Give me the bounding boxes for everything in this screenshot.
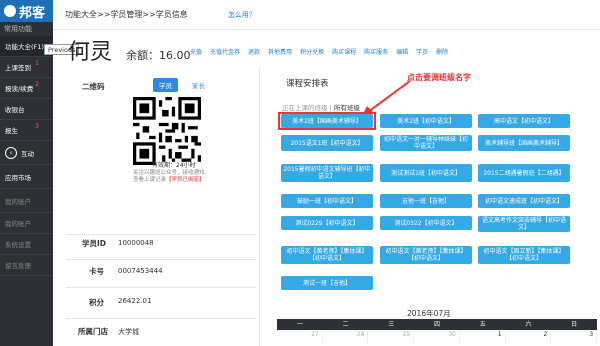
calendar-week-row: 27 28 29 30 1 2 3 (277, 331, 598, 343)
help-link[interactable]: 怎么用？ (228, 10, 256, 20)
calendar-day[interactable]: 2 (506, 331, 552, 343)
action-bar: 充值 充值代金券 退款 其他费用 积分兑换 购买课程 购买服务 编辑 学员 删除 (190, 47, 448, 56)
class-button[interactable]: 美术辅导班【国画美术辅导】 (478, 135, 570, 151)
qr-validity: 有效期：24小时 (152, 162, 196, 169)
qr-label: 二维码 (82, 82, 105, 91)
logo-icon (4, 5, 16, 17)
field-label-id: 学员ID (82, 239, 107, 248)
action-refund[interactable]: 退款 (248, 47, 260, 56)
calendar-day[interactable]: 27 (277, 331, 323, 343)
class-button[interactable]: 高中语文【初中语文】 (478, 114, 570, 128)
calendar-day[interactable]: 3 (551, 331, 598, 343)
calendar-weekday-header: 一二三四五六日 (277, 319, 597, 330)
calendar-day[interactable]: 29 (368, 331, 415, 343)
calendar-day[interactable]: 30 (414, 331, 460, 343)
field-label-card: 卡号 (89, 267, 104, 276)
divider (66, 259, 256, 260)
class-button[interactable]: 测试一班【吉他】 (281, 276, 373, 290)
schedule-title: 课程安排表 (286, 79, 329, 89)
class-button[interactable]: 吉他一班【吉他】 (380, 194, 472, 208)
sidebar-item-enroll[interactable]: 报读/续费 2 (0, 78, 53, 99)
qr-tabs: 学员 家长 (153, 78, 211, 92)
action-student[interactable]: 学员 (416, 47, 428, 56)
divider (66, 234, 256, 235)
class-button[interactable]: 鼓励一班【初中语文】 (281, 194, 373, 208)
sidebar-item-settings[interactable]: 系统设置 (0, 234, 53, 255)
sidebar-item-interact[interactable]: ‹ 互动 (0, 141, 53, 165)
class-filter: 正在上课的班级 | 所有班级 (282, 104, 360, 112)
class-button[interactable]: 初中语文一对一辅导林妹妹【初中语文】 (380, 135, 472, 151)
balance: 余额：16.00 (126, 49, 191, 62)
bound-status: 【学员已绑定】 (166, 177, 205, 183)
tab-parent[interactable]: 家长 (186, 78, 211, 92)
action-edit[interactable]: 编辑 (396, 47, 408, 56)
calendar-day[interactable]: 28 (323, 331, 369, 343)
class-button[interactable]: 测试0322【初中语文】 (380, 216, 472, 230)
class-button[interactable]: 初中语文【黄老师】【集体课】【初中语文】 (380, 246, 472, 264)
brand-logo[interactable]: 邦客 (0, 0, 53, 22)
action-buy-service[interactable]: 购买服务 (364, 47, 388, 56)
chevron-left-icon: ‹ (5, 146, 17, 159)
field-value-points: 26422.01 (118, 297, 152, 305)
divider (66, 318, 256, 319)
sidebar-item-account-2[interactable]: 我的账户 (0, 213, 53, 234)
qr-hint: 关注兴趣班公众号，接收通知、查看上课记录【学员已绑定】 (133, 170, 211, 183)
sidebar-item-recruit[interactable]: 报生 3 (0, 120, 53, 141)
sidebar-item-feedback[interactable]: 留言反馈 (0, 255, 53, 276)
top-bar: 功能大全>>学员管理>>学员信息 怎么用？ (53, 0, 600, 30)
action-buy-course[interactable]: 购买课程 (332, 47, 356, 56)
action-other-fees[interactable]: 其他费用 (268, 47, 292, 56)
field-label-points: 积分 (89, 298, 104, 307)
annotation-text: 点击要调班级名字 (407, 73, 471, 82)
class-button[interactable]: 测试测试1班【初中语文】 (380, 164, 472, 182)
calendar-month: 2016年07月 (407, 309, 451, 318)
student-header: 何灵 余额：16.00 (68, 34, 191, 66)
divider (66, 287, 256, 288)
action-recharge[interactable]: 充值 (190, 47, 202, 56)
breadcrumb: 功能大全>>学员管理>>学员信息 (65, 10, 188, 19)
action-points[interactable]: 积分兑换 (300, 47, 324, 56)
filter-all[interactable]: 所有班级 (334, 104, 360, 112)
badge: 1 (35, 60, 39, 67)
field-value-card: 0007453444 (118, 267, 163, 275)
class-button[interactable]: 语文高考作文突击辅导【初中语文】 (478, 216, 570, 232)
qr-code-image (133, 97, 201, 165)
class-button[interactable]: 初中语文速成班【初中语文】 (478, 194, 570, 208)
class-button[interactable]: 初中语文【黄老师】【集体课】【初中语文】 (281, 246, 373, 264)
badge: 2 (35, 81, 39, 88)
class-button[interactable]: 2015暑假初中语文辅导班【初中语文】 (281, 164, 373, 182)
field-value-id: 10000048 (118, 239, 154, 247)
action-delete[interactable]: 删除 (436, 47, 448, 56)
sidebar-item-account[interactable]: 我的账户 (0, 189, 53, 213)
class-button[interactable]: 2015语文1班【初中语文】 (281, 135, 373, 151)
calendar-day[interactable]: 1 (460, 331, 506, 343)
sidebar-item-cashier[interactable]: 收银台 (0, 99, 53, 120)
field-label-store: 所属门店 (78, 327, 108, 336)
sidebar-item-checkin[interactable]: 上课签到 1 (0, 57, 53, 78)
field-value-store: 大学城 (118, 328, 139, 336)
sidebar-item-app-market[interactable]: 应用市场 (0, 165, 53, 189)
class-button[interactable]: 测试0229【初中语文】 (281, 216, 373, 230)
class-button[interactable]: 2015二胡遇暑假班【二胡遇】 (478, 164, 570, 182)
highlight-box (278, 112, 376, 130)
sidebar-header: 常用功能 (4, 25, 32, 33)
badge: 3 (35, 123, 39, 130)
student-name: 何灵 (68, 40, 113, 65)
action-voucher[interactable]: 充值代金券 (210, 47, 240, 56)
filter-current[interactable]: 正在上课的班级 (282, 104, 328, 112)
class-button[interactable]: 美术2班【初中语文】 (380, 114, 472, 128)
tab-student[interactable]: 学员 (153, 78, 178, 92)
class-button[interactable]: 初中语文【周立新】【集体课】【初中语文】 (478, 246, 570, 264)
